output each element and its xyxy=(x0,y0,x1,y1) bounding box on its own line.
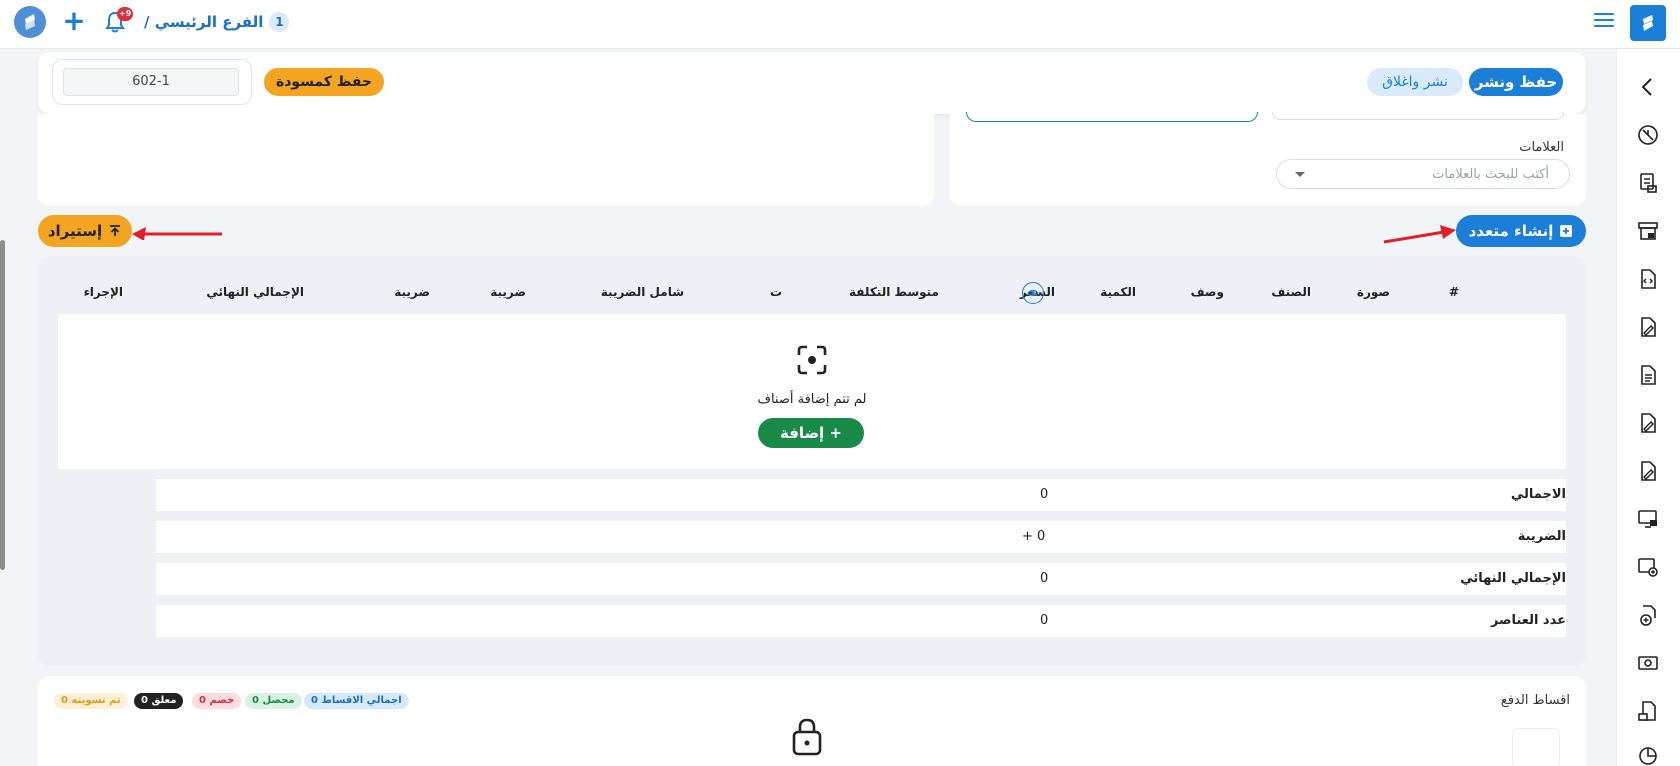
installments-card: اقساط الدفع xyxy=(38,676,1586,766)
col-header-incl-tax: شامل الضريبة xyxy=(600,285,684,299)
summary-label: الإجمالي النهائي xyxy=(1460,571,1566,586)
badge-discount: خصم 0 xyxy=(192,693,242,709)
col-header-action: الإجراء xyxy=(83,285,123,299)
annotation-arrow-icon xyxy=(132,227,222,240)
branch-name: الفرع الرئيسي / xyxy=(144,13,264,31)
badge-collected: محصل 0 xyxy=(245,693,302,709)
tags-label: العلامات xyxy=(1519,140,1564,155)
invoice-icon[interactable] xyxy=(1634,169,1662,197)
notification-count-badge: +9 xyxy=(117,7,134,21)
collapse-chevron-icon[interactable] xyxy=(1634,73,1662,101)
document-list-icon[interactable] xyxy=(1634,361,1662,389)
bulk-create-button[interactable]: إنشاء متعدد xyxy=(1456,215,1586,247)
upload-icon xyxy=(110,225,121,236)
col-header-quantity: الكمية xyxy=(1100,285,1136,299)
summary-value: 0 xyxy=(1040,487,1049,502)
summary-value: + 0 xyxy=(1022,529,1046,544)
bulk-create-label: إنشاء متعدد xyxy=(1468,222,1554,240)
save-draft-button[interactable]: حفظ كمسودة xyxy=(264,68,384,96)
col-header-final-total: الإجمالي النهائي xyxy=(206,285,304,299)
image-settings-icon[interactable] xyxy=(1634,553,1662,581)
tags-placeholder: أكتب للبحث بالعلامات xyxy=(1432,166,1549,182)
col-header-tax-1: ضريبة xyxy=(490,285,526,299)
menu-toggle-icon[interactable] xyxy=(1594,13,1614,29)
save-publish-button[interactable]: حفظ ونشر xyxy=(1469,68,1563,96)
dashboard-icon[interactable] xyxy=(1634,121,1662,149)
col-header-description: وصف xyxy=(1190,285,1224,299)
publish-close-button[interactable]: نشر واغلاق xyxy=(1367,68,1463,96)
code-document-icon[interactable] xyxy=(1634,265,1662,293)
document-number-field[interactable]: 602-1 xyxy=(63,68,239,96)
page-scrollbar[interactable] xyxy=(0,240,5,570)
import-label: إستيراد xyxy=(47,222,103,240)
store-icon[interactable] xyxy=(1634,217,1662,245)
form-header-card: حفظ ونشر نشر واغلاق حفظ كمسودة 602-1 xyxy=(38,52,1586,114)
empty-state-message: لم تتم إضافة أصناف xyxy=(757,392,867,407)
badge-settled: تم تسويته 0 xyxy=(54,693,128,709)
col-header-index: # xyxy=(1448,285,1459,299)
add-document-icon[interactable] xyxy=(1634,601,1662,629)
focused-input-edge[interactable] xyxy=(966,112,1258,122)
col-header-t: ت xyxy=(769,285,782,299)
annotation-arrow-icon xyxy=(1383,225,1456,244)
cost-visibility-icon[interactable] xyxy=(1022,282,1044,304)
add-item-button[interactable]: + إضافة xyxy=(758,418,864,448)
document-tag-icon[interactable] xyxy=(1634,409,1662,437)
badge-total-installments: اجمالي الاقساط 0 xyxy=(304,693,409,709)
installments-title: اقساط الدفع xyxy=(1500,693,1570,708)
add-installment-slot[interactable] xyxy=(1512,728,1560,766)
badge-pending: معلق 0 xyxy=(134,693,184,709)
branch-count-badge: 1 xyxy=(269,12,290,32)
select-input-edge[interactable] xyxy=(1272,112,1564,120)
branch-selector[interactable]: 1 الفرع الرئيسي / xyxy=(144,11,290,33)
document-number-box: 602-1 xyxy=(52,59,252,105)
pos-monitor-icon[interactable] xyxy=(1634,505,1662,533)
tags-search-input[interactable]: أكتب للبحث بالعلامات xyxy=(1276,159,1570,189)
summary-value: 0 xyxy=(1040,571,1049,586)
scan-focus-icon xyxy=(797,345,827,375)
app-logo-icon[interactable] xyxy=(14,6,46,38)
pie-chart-icon[interactable] xyxy=(1634,741,1662,766)
summary-label: الاجمالي xyxy=(1510,487,1566,502)
summary-label: الضريبة xyxy=(1517,529,1566,544)
summary-label: عدد العناصر xyxy=(1490,613,1566,628)
summary-value: 0 xyxy=(1040,613,1049,628)
lock-icon xyxy=(792,718,822,756)
document-user-icon[interactable] xyxy=(1634,697,1662,725)
cash-icon[interactable] xyxy=(1634,649,1662,677)
summary-row-tax: الضريبة + 0 xyxy=(156,521,1566,553)
notes-card xyxy=(38,114,934,206)
col-header-tax-2: ضريبة xyxy=(394,285,430,299)
document-edit-icon[interactable] xyxy=(1634,313,1662,341)
col-header-item: الصنف xyxy=(1271,285,1311,299)
brand-logo-icon[interactable] xyxy=(1630,5,1666,41)
import-button[interactable]: إستيراد xyxy=(38,215,132,247)
col-header-avg-cost: متوسط التكلفة xyxy=(849,285,939,299)
dropdown-caret-icon xyxy=(1295,172,1305,177)
sidebar xyxy=(1616,49,1680,766)
plus-box-icon xyxy=(1560,225,1573,237)
summary-row-final-total: الإجمالي النهائي 0 xyxy=(156,563,1566,595)
summary-row-total: الاجمالي 0 xyxy=(156,479,1566,511)
document-pen-icon[interactable] xyxy=(1634,457,1662,485)
empty-items-area: لم تتم إضافة أصناف + إضافة xyxy=(58,314,1566,469)
col-header-image: صورة xyxy=(1356,285,1390,299)
summary-row-item-count: عدد العناصر 0 xyxy=(156,605,1566,637)
top-bar: + +9 1 الفرع الرئيسي / xyxy=(0,0,1680,49)
add-new-icon[interactable]: + xyxy=(60,7,88,36)
